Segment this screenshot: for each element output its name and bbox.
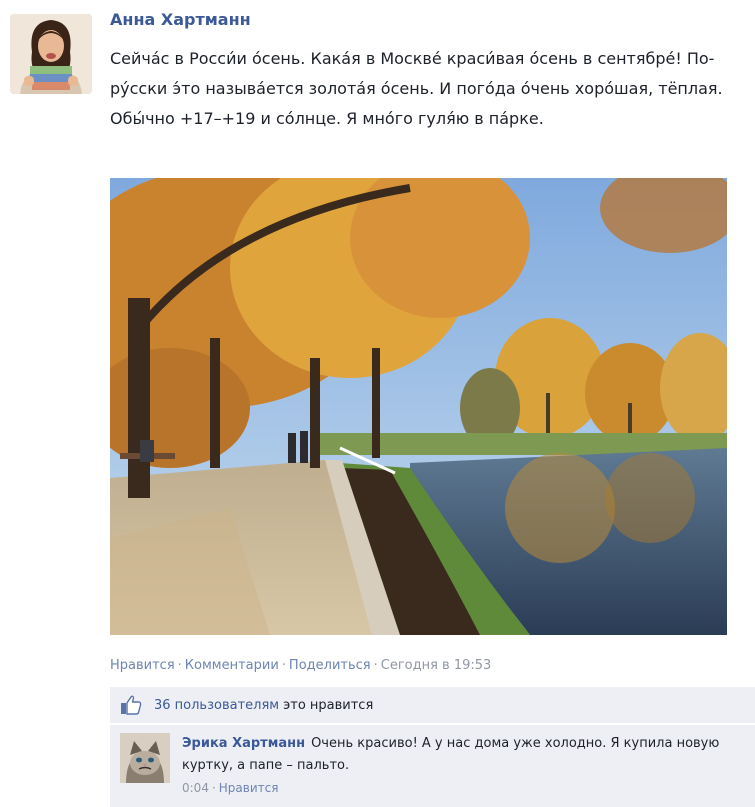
- separator: ·: [177, 658, 182, 673]
- cat-avatar[interactable]: [120, 733, 170, 783]
- post-author-name[interactable]: Анна Хартманн: [110, 10, 251, 29]
- autumn-park-image: [110, 178, 727, 635]
- comment-link[interactable]: Комментарии: [185, 658, 279, 673]
- post-actions: Нравится · Комментарии · Поделиться · Сегодня …: [110, 658, 491, 673]
- comment-time[interactable]: 0:04: [182, 781, 209, 795]
- share-link[interactable]: Поделиться: [289, 658, 371, 673]
- thumbs-up-icon: [121, 695, 142, 715]
- comment-body: Эрика Хартманн Очень красиво! А у нас дом…: [182, 733, 752, 799]
- likes-count-link[interactable]: 36 пользователям: [154, 698, 279, 713]
- like-link[interactable]: Нравится: [110, 658, 175, 673]
- separator: ·: [281, 658, 286, 673]
- likes-summary: 36 пользователям это нравится: [110, 687, 755, 723]
- comment-author-name[interactable]: Эрика Хартманн: [182, 736, 305, 751]
- autumn-park-photo[interactable]: [110, 178, 727, 635]
- feed-post: Анна Хартманн Сейча́с в Росси́и о́сень. …: [0, 0, 755, 807]
- cat-avatar-image: [120, 733, 170, 783]
- comment-meta: 0:04 · Нравится: [182, 777, 752, 799]
- author-avatar[interactable]: [10, 14, 92, 94]
- author-avatar-image: [10, 14, 92, 94]
- comment-like-link[interactable]: Нравится: [219, 781, 279, 795]
- separator: ·: [211, 781, 216, 795]
- post-message: Сейча́с в Росси́и о́сень. Кака́я в Москв…: [110, 49, 723, 128]
- post-timestamp[interactable]: Сегодня в 19:53: [381, 658, 492, 673]
- comment: Эрика Хартманн Очень красиво! А у нас дом…: [110, 724, 755, 807]
- likes-text: это нравится: [283, 697, 374, 713]
- separator: ·: [373, 658, 378, 673]
